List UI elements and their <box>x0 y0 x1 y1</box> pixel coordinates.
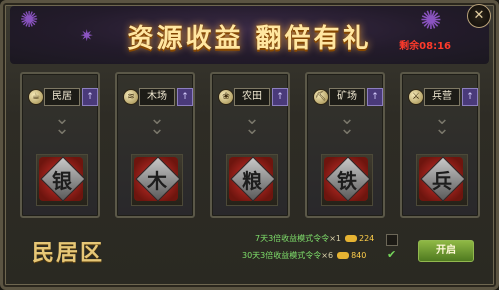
close-button[interactable]: ✕ <box>467 4 491 28</box>
offer-row[interactable]: 7天3倍收益模式令令×1 224 <box>255 233 374 244</box>
upgrade-arrow-icon[interactable]: ↑ <box>177 88 193 106</box>
resource-name: 民居 <box>44 88 80 106</box>
emblem-character: 兵 <box>432 169 452 193</box>
resource-card[interactable]: ⚔ 兵营 ↑ ⌄ ⌄ 兵 <box>400 72 480 218</box>
countdown-timer: 剩余08:16 <box>399 41 451 52</box>
upgrade-arrow-icon[interactable]: ↑ <box>272 88 288 106</box>
card-header: ≋ 木场 ↑ <box>123 88 193 106</box>
emblem-character: 银 <box>52 169 72 193</box>
card-header: ☕ 民居 ↑ <box>28 88 98 106</box>
chevron-down-icon: ⌄ ⌄ <box>434 108 450 139</box>
emblem-character: 铁 <box>337 169 357 193</box>
wood-icon: ≋ <box>123 89 139 105</box>
offer-quantity: ×1 <box>329 234 341 243</box>
chevron-down-icon: ⌄ ⌄ <box>339 108 355 139</box>
resource-emblem: 木 <box>131 154 183 206</box>
upgrade-arrow-icon[interactable]: ↑ <box>462 88 478 106</box>
resource-emblem: 铁 <box>321 154 373 206</box>
resource-name: 兵营 <box>424 88 460 106</box>
resource-name: 木场 <box>139 88 175 106</box>
offer-checkbox[interactable] <box>386 234 398 246</box>
resource-card[interactable]: ⛏ 矿场 ↑ ⌄ ⌄ 铁 <box>305 72 385 218</box>
offer-row[interactable]: 30天3倍收益模式令令×6 840 <box>242 250 366 261</box>
resource-name: 农田 <box>234 88 270 106</box>
chevron-down-icon: ⌄ ⌄ <box>54 108 70 139</box>
card-header: ⚔ 兵营 ↑ <box>408 88 478 106</box>
gold-ingot-icon <box>337 252 350 259</box>
grain-icon: ❀ <box>218 89 234 105</box>
start-button[interactable]: 开启 <box>418 240 474 262</box>
resource-emblem: 兵 <box>416 154 468 206</box>
resource-emblem: 粮 <box>226 154 278 206</box>
offer-label: 30天3倍收益模式令令 <box>242 251 322 260</box>
check-icon[interactable]: ✔ <box>387 249 397 260</box>
offer-quantity: ×6 <box>321 251 334 260</box>
mine-icon: ⛏ <box>313 89 329 105</box>
emblem-character: 粮 <box>242 169 262 193</box>
chevron-down-icon: ⌄ ⌄ <box>244 108 260 139</box>
gold-ingot-icon <box>344 235 357 242</box>
offer-label: 7天3倍收益模式令令 <box>255 234 330 243</box>
chevron-down-icon: ⌄ ⌄ <box>149 108 165 139</box>
resource-card[interactable]: ≋ 木场 ↑ ⌄ ⌄ 木 <box>115 72 195 218</box>
soldier-icon: ⚔ <box>408 89 424 105</box>
resource-emblem: 银 <box>36 154 88 206</box>
offer-price: 840 <box>351 251 367 260</box>
offer-price: 224 <box>358 234 375 243</box>
upgrade-arrow-icon[interactable]: ↑ <box>367 88 383 106</box>
resource-card[interactable]: ☕ 民居 ↑ ⌄ ⌄ 银 <box>20 72 100 218</box>
upgrade-arrow-icon[interactable]: ↑ <box>82 88 98 106</box>
resource-card[interactable]: ❀ 农田 ↑ ⌄ ⌄ 粮 <box>210 72 290 218</box>
resource-cards: ☕ 民居 ↑ ⌄ ⌄ 银 ≋ 木场 ↑ ⌄ ⌄ 木 ❀ 农田 ↑ ⌄ ⌄ 粮 ⛏… <box>20 72 480 218</box>
cup-icon: ☕ <box>28 89 44 105</box>
emblem-character: 木 <box>147 169 167 193</box>
card-header: ❀ 农田 ↑ <box>218 88 288 106</box>
card-header: ⛏ 矿场 ↑ <box>313 88 383 106</box>
resource-name: 矿场 <box>329 88 365 106</box>
region-title: 民居区 <box>32 240 105 266</box>
